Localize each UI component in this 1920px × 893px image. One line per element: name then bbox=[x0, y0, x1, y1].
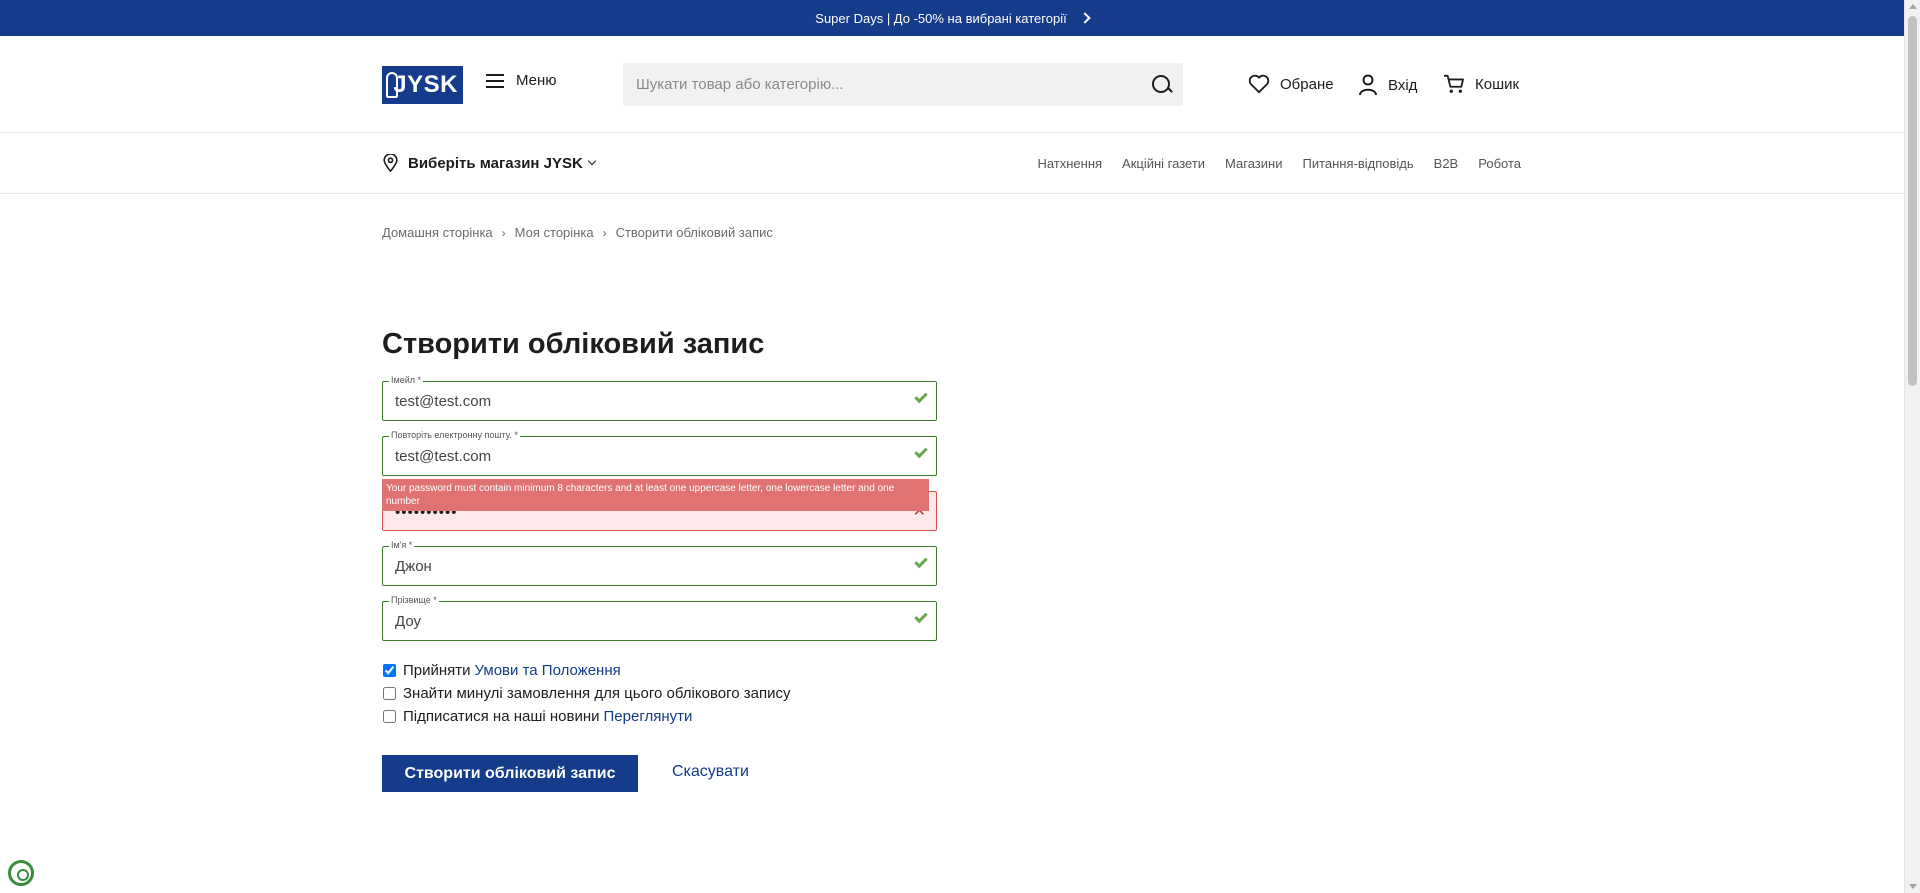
last-name-field[interactable]: Прізвище * Доу bbox=[382, 595, 937, 641]
promo-text[interactable]: Super Days | До -50% на вибрані категорі… bbox=[815, 11, 1066, 26]
search-bar bbox=[623, 63, 1183, 106]
page-title: Створити обліковий запис bbox=[382, 328, 765, 360]
cart-icon bbox=[1444, 74, 1464, 93]
newsletter-row: Підписатися на наші новини Переглянути bbox=[383, 705, 790, 728]
scrollbar-thumb[interactable] bbox=[1908, 16, 1917, 386]
check-icon bbox=[914, 554, 928, 569]
terms-checkbox[interactable] bbox=[383, 664, 396, 677]
first-name-field[interactable]: Ім'я * Джон bbox=[382, 540, 937, 586]
email-value: test@test.com bbox=[395, 393, 492, 410]
newsletter-view-link[interactable]: Переглянути bbox=[604, 708, 693, 725]
breadcrumb-separator-icon: › bbox=[501, 225, 506, 240]
check-icon bbox=[914, 389, 928, 404]
cancel-link[interactable]: Скасувати bbox=[672, 763, 749, 781]
breadcrumb-my-page[interactable]: Моя сторінка bbox=[515, 225, 594, 240]
nav-link-stores[interactable]: Магазини bbox=[1225, 156, 1282, 171]
nav-link-catalogs[interactable]: Акційні газети bbox=[1122, 156, 1205, 171]
last-name-label: Прізвище * bbox=[389, 595, 439, 606]
logo-text: JYSK bbox=[393, 71, 458, 98]
cart-link[interactable]: Кошик bbox=[1443, 74, 1519, 94]
breadcrumb-separator-icon: › bbox=[602, 225, 607, 240]
cookie-settings-icon[interactable] bbox=[8, 860, 34, 886]
nav-link-faq[interactable]: Питання-відповідь bbox=[1302, 156, 1413, 171]
past-orders-label: Знайти минулі замовлення для цього облік… bbox=[403, 685, 791, 702]
site-header: JYSK Меню Обране Вхід Кошик bbox=[0, 36, 1904, 133]
heart-icon bbox=[1248, 74, 1270, 94]
favorites-link[interactable]: Обране bbox=[1248, 74, 1334, 94]
menu-label: Меню bbox=[516, 72, 557, 89]
password-error-tooltip: Your password must contain minimum 8 cha… bbox=[382, 479, 929, 511]
create-account-button[interactable]: Створити обліковий запис bbox=[382, 755, 638, 792]
email-repeat-field[interactable]: Повторіть електронну пошту. * test@test.… bbox=[382, 430, 937, 476]
email-label: Імейл * bbox=[389, 375, 423, 386]
check-icon bbox=[914, 609, 928, 624]
terms-link[interactable]: Умови та Положення bbox=[475, 662, 621, 679]
nav-link-b2b[interactable]: B2B bbox=[1434, 156, 1459, 171]
newsletter-label: Підписатися на наші новини bbox=[403, 708, 600, 725]
scroll-up-arrow[interactable] bbox=[1909, 4, 1917, 9]
store-select-label: Виберіть магазин JYSK bbox=[408, 154, 583, 172]
newsletter-checkbox[interactable] bbox=[383, 710, 396, 723]
login-link[interactable]: Вхід bbox=[1358, 74, 1417, 96]
search-icon[interactable] bbox=[1143, 63, 1183, 106]
check-icon bbox=[914, 444, 928, 459]
hamburger-icon bbox=[486, 73, 504, 88]
first-name-value: Джон bbox=[395, 558, 432, 575]
email-repeat-label: Повторіть електронну пошту. * bbox=[389, 430, 520, 441]
consent-checkboxes: Прийняти Умови та Положення Знайти минул… bbox=[383, 659, 790, 728]
past-orders-checkbox[interactable] bbox=[383, 687, 396, 700]
secondary-nav: Виберіть магазин JYSK Натхнення Акційні … bbox=[0, 134, 1904, 194]
email-field[interactable]: Імейл * test@test.com bbox=[382, 375, 937, 421]
jysk-logo[interactable]: JYSK bbox=[382, 66, 463, 104]
menu-button[interactable]: Меню bbox=[486, 72, 557, 89]
breadcrumb-home[interactable]: Домашня сторінка bbox=[382, 225, 493, 240]
breadcrumb: Домашня сторінка › Моя сторінка › Створи… bbox=[382, 225, 773, 240]
cart-label: Кошик bbox=[1475, 75, 1520, 93]
chevron-right-icon[interactable] bbox=[1079, 12, 1091, 24]
favorites-label: Обране bbox=[1280, 75, 1334, 93]
nav-link-jobs[interactable]: Робота bbox=[1478, 156, 1521, 171]
first-name-label: Ім'я * bbox=[389, 540, 415, 551]
breadcrumb-current: Створити обліковий запис bbox=[615, 225, 773, 240]
user-icon bbox=[1359, 74, 1377, 96]
promo-bar[interactable]: Super Days | До -50% на вибрані категорі… bbox=[0, 0, 1904, 36]
past-orders-row: Знайти минулі замовлення для цього облік… bbox=[383, 682, 790, 705]
email-repeat-value: test@test.com bbox=[395, 448, 492, 465]
login-label: Вхід bbox=[1388, 76, 1418, 94]
search-input[interactable] bbox=[623, 63, 1143, 106]
nav-link-inspiration[interactable]: Натхнення bbox=[1037, 156, 1102, 171]
last-name-value: Доу bbox=[395, 613, 422, 630]
scroll-down-arrow[interactable] bbox=[1909, 884, 1917, 889]
chevron-down-icon bbox=[587, 156, 597, 166]
subnav-links: Натхнення Акційні газети Магазини Питанн… bbox=[1037, 156, 1521, 171]
store-select[interactable]: Виберіть магазин JYSK bbox=[383, 154, 597, 172]
page-scrollbar[interactable] bbox=[1904, 0, 1920, 893]
terms-label: Прийняти bbox=[403, 662, 471, 679]
location-pin-icon bbox=[383, 154, 398, 172]
bird-logo-icon bbox=[386, 72, 398, 98]
terms-row: Прийняти Умови та Положення bbox=[383, 659, 790, 682]
